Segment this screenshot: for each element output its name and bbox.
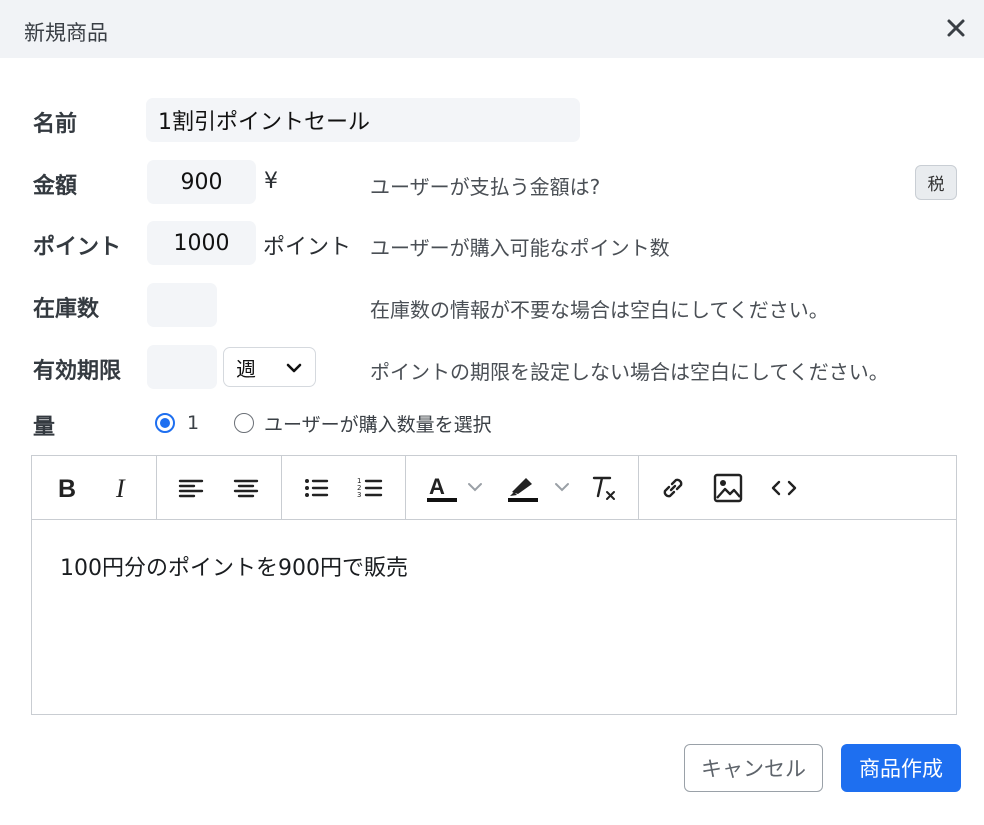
align-left-button[interactable] [175,472,207,504]
quantity-option-user-choice[interactable]: ユーザーが購入数量を選択 [234,410,492,436]
editor-content[interactable]: 100円分のポイントを900円で販売 [60,550,408,582]
quantity-label: 量 [33,415,56,440]
currency-unit: ¥ [264,169,278,194]
italic-button[interactable]: I [106,472,138,504]
editor-toolbar: B I 1 2 3 A [32,456,956,520]
numbered-list-button[interactable]: 1 2 3 [354,472,386,504]
new-product-modal: 新規商品 名前 金額 ¥ ユーザーが支払う金額は? 税 ポイント ポイント ユー… [0,0,984,825]
chevron-down-icon [286,363,302,373]
name-input[interactable] [146,98,580,142]
price-help: ユーザーが支払う金額は? [370,175,601,199]
highlight-button[interactable] [506,472,570,504]
modal-title: 新規商品 [24,21,108,45]
expiry-period-select[interactable]: 週 [223,347,316,387]
toolbar-divider [156,456,157,520]
expiry-period-value: 週 [236,356,256,381]
image-button[interactable] [712,472,744,504]
points-help: ユーザーが購入可能なポイント数 [370,236,670,260]
stock-input[interactable] [147,283,217,327]
italic-icon: I [115,474,126,502]
cancel-button[interactable]: キャンセル [684,744,823,792]
quantity-option-user-choice-label: ユーザーが購入数量を選択 [264,413,492,436]
svg-text:B: B [58,475,76,502]
radio-unchecked[interactable] [234,413,254,433]
code-icon [771,480,797,496]
points-label: ポイント [33,235,122,260]
modal-header: 新規商品 [0,0,984,58]
expiry-help: ポイントの期限を設定しない場合は空白にしてください。 [370,360,889,384]
price-input[interactable] [147,160,256,204]
image-icon [713,473,743,503]
svg-text:I: I [115,474,126,502]
expiry-label: 有効期限 [33,359,122,384]
stock-help: 在庫数の情報が不要な場合は空白にしてください。 [370,298,829,322]
clear-format-icon [592,476,615,500]
name-label: 名前 [33,112,78,137]
close-button[interactable] [940,12,972,44]
align-center-icon [233,479,259,498]
align-left-icon [178,479,204,498]
clear-format-button[interactable] [588,472,620,504]
bold-button[interactable]: B [51,472,83,504]
quantity-option-one[interactable]: 1 [155,410,199,436]
link-icon [663,478,683,498]
svg-text:A: A [429,474,445,499]
toolbar-divider [405,456,406,520]
svg-text:3: 3 [357,491,361,499]
rich-text-editor: B I 1 2 3 A 100円分のポイントを900円で販売 [31,455,957,715]
toolbar-divider [638,456,639,520]
bold-icon: B [58,475,76,502]
points-unit: ポイント [263,235,352,260]
text-color-icon: A [427,474,482,502]
numbered-list-icon: 1 2 3 [357,477,383,499]
quantity-option-one-label: 1 [187,412,200,434]
align-center-button[interactable] [230,472,262,504]
stock-label: 在庫数 [33,297,100,322]
points-input[interactable] [147,221,256,265]
toolbar-divider [281,456,282,520]
create-product-button[interactable]: 商品作成 [841,744,961,792]
text-color-button[interactable]: A [425,472,489,504]
code-button[interactable] [768,472,800,504]
radio-checked[interactable] [155,413,175,433]
expiry-input[interactable] [147,345,217,389]
tax-button[interactable]: 税 [915,165,957,200]
close-icon [947,19,965,37]
highlight-icon [508,478,569,502]
bullet-list-icon [305,479,329,497]
link-button[interactable] [657,472,689,504]
bullet-list-button[interactable] [300,472,332,504]
price-label: 金額 [33,174,78,199]
